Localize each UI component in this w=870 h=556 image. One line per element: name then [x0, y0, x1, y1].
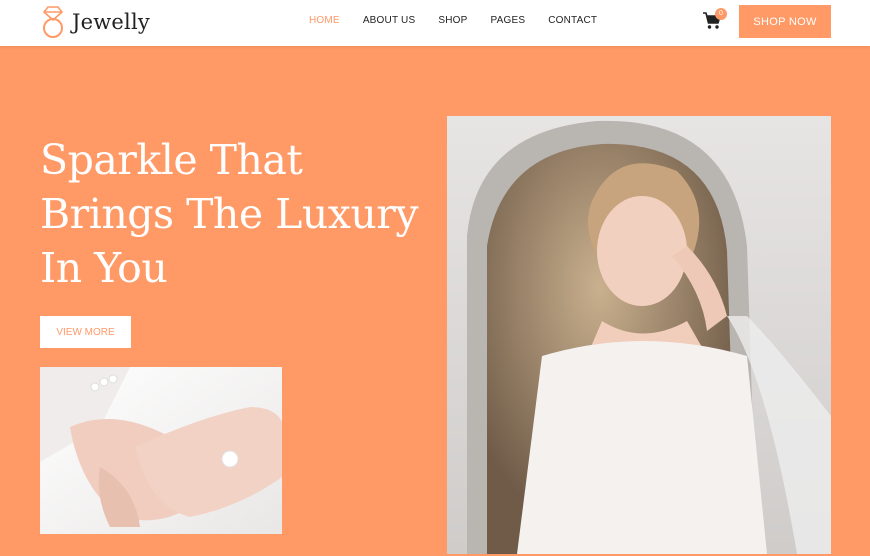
- nav-shop[interactable]: SHOP: [438, 15, 467, 26]
- bride-mirror-photo: [447, 116, 831, 554]
- shop-now-button[interactable]: SHOP NOW: [739, 5, 831, 38]
- site-header: Jewelly HOME ABOUT US SHOP PAGES CONTACT…: [0, 0, 870, 46]
- cart-count-badge: 0: [715, 8, 727, 20]
- view-more-button[interactable]: VIEW MORE: [40, 316, 131, 348]
- nav-pages[interactable]: PAGES: [491, 15, 526, 26]
- main-nav: HOME ABOUT US SHOP PAGES CONTACT: [309, 15, 620, 26]
- hero-title-line-2: Brings The Luxury: [40, 190, 419, 238]
- hands-with-ring-photo: [40, 367, 282, 534]
- nav-home[interactable]: HOME: [309, 15, 340, 26]
- nav-contact[interactable]: CONTACT: [548, 15, 597, 26]
- diamond-ring-icon: [42, 6, 64, 38]
- brand-logo[interactable]: Jewelly: [40, 4, 150, 40]
- nav-about-us[interactable]: ABOUT US: [363, 15, 416, 26]
- hero-title-line-1: Sparkle That: [40, 136, 303, 184]
- hero-title-line-3: In You: [40, 244, 168, 292]
- hero-title: Sparkle That Brings The Luxury In You: [40, 133, 440, 295]
- brand-name: Jewelly: [72, 10, 150, 34]
